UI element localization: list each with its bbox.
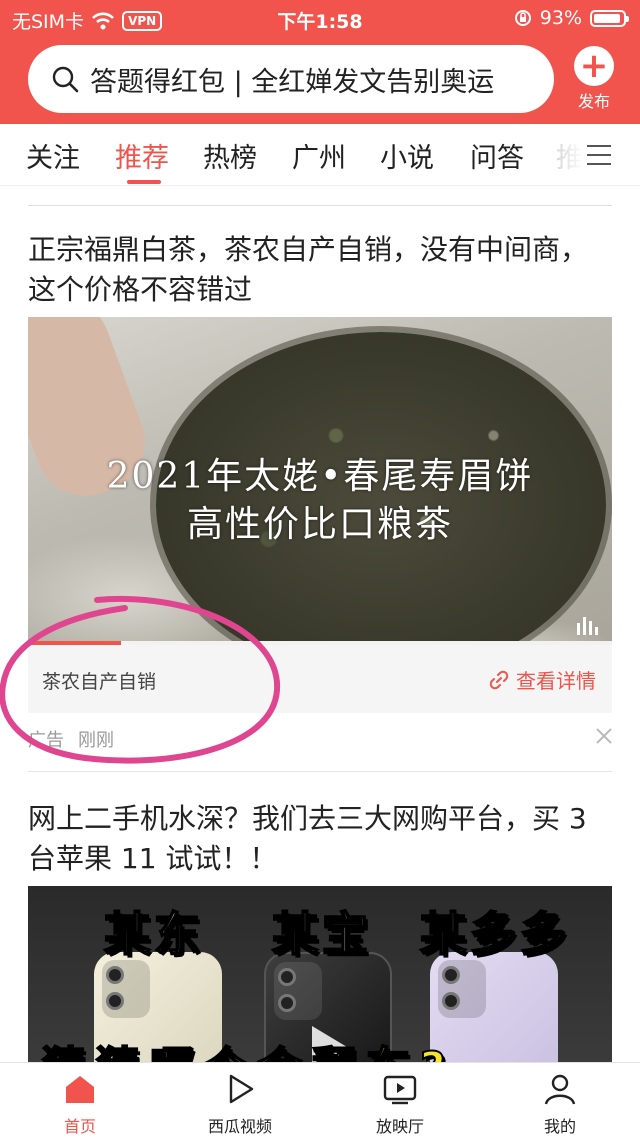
search-bar[interactable]: 答题得红包 | 全红婵发文告别奥运 [28, 45, 554, 113]
ad-headline[interactable]: 正宗福鼎白茶，茶农自产自销，没有中间商，这个价格不容错过 [28, 230, 612, 310]
publish-label: 发布 [577, 92, 610, 111]
camera-lens [106, 966, 124, 984]
camera-lens [106, 992, 124, 1010]
tab-novel[interactable]: 小说 [380, 136, 434, 175]
ad-action-bar[interactable]: 茶农自产自销 查看详情 [28, 645, 612, 713]
user-icon [544, 1074, 576, 1105]
thumb-label-1: 某东 [103, 906, 204, 962]
camera-bump [438, 960, 486, 1018]
tab-qa[interactable]: 问答 [470, 136, 524, 175]
volume-bars-icon[interactable] [576, 613, 600, 635]
tab-guangzhou[interactable]: 广州 [292, 136, 346, 175]
tab-hot[interactable]: 热榜 [203, 136, 257, 175]
status-right: 93% [514, 7, 629, 29]
bottom-nav: 首页 西瓜视频 放映厅 我的 [0, 1062, 640, 1138]
ad-source-label: 茶农自产自销 [42, 671, 157, 693]
camera-bump [102, 960, 150, 1018]
home-icon [66, 1076, 94, 1103]
tv-icon [383, 1075, 417, 1105]
menu-icon[interactable] [586, 142, 612, 168]
nav-xigua-video[interactable]: 西瓜视频 [180, 1071, 300, 1137]
nav-home[interactable]: 首页 [20, 1071, 140, 1137]
link-icon [489, 670, 509, 689]
app-header: 无SIM卡 VPN 下午1:58 93% 答题得红包 | 全红婵发文告别奥运 +… [0, 0, 640, 124]
video-overlay-title: 2021年太姥•春尾寿眉饼 [106, 456, 534, 497]
camera-lens [278, 968, 296, 986]
ad-meta: 广告 刚刚 [28, 726, 114, 752]
post-time: 刚刚 [78, 730, 114, 751]
feed-divider [28, 771, 612, 772]
search-icon [52, 66, 79, 93]
view-details-link[interactable]: 查看详情 [488, 665, 596, 694]
nav-mine-label: 我的 [543, 1117, 576, 1136]
feed-divider [28, 205, 612, 206]
play-icon [229, 1074, 254, 1104]
close-icon[interactable] [594, 726, 614, 746]
search-hot-text: 答题得红包 | 全红婵发文告别奥运 [90, 66, 495, 98]
camera-lens [278, 994, 296, 1012]
orientation-lock-icon [514, 10, 531, 26]
nav-screening-hall[interactable]: 放映厅 [340, 1071, 460, 1137]
nav-screening-label: 放映厅 [375, 1117, 424, 1136]
publish-button[interactable]: + 发布 [572, 46, 616, 112]
camera-bump [274, 962, 322, 1020]
nav-home-label: 首页 [63, 1117, 96, 1136]
tab-recommend[interactable]: 推荐 [115, 136, 169, 175]
ad-video[interactable]: 2021年太姥•春尾寿眉饼 高性价比口粮茶 [28, 317, 612, 643]
nav-xigua-label: 西瓜视频 [207, 1117, 272, 1136]
article-headline[interactable]: 网上二手机水深？我们去三大网购平台，买 3 台苹果 11 试试！！ [28, 799, 612, 879]
status-bar: 无SIM卡 VPN 下午1:58 93% [0, 0, 640, 38]
thumb-bottom-caption: 猜猜哪个会翻车? [28, 1032, 612, 1062]
battery-fill [594, 13, 621, 23]
thumb-label-3: 某多多 [419, 906, 570, 962]
article-video-thumbnail[interactable]: 某东 某宝 某多多 猜猜哪个会翻车? [28, 886, 612, 1062]
active-tab-indicator [127, 180, 161, 184]
channel-tabs: 关注 推荐 热榜 广州 小说 问答 推 [0, 124, 640, 186]
battery-percent: 93% [539, 7, 582, 29]
ad-label: 广告 [28, 730, 64, 751]
plus-icon: + [574, 46, 614, 86]
camera-lens [442, 992, 460, 1010]
thumb-label-2: 某宝 [271, 906, 372, 962]
camera-lens [442, 966, 460, 984]
tab-fade [548, 124, 584, 184]
nav-mine[interactable]: 我的 [500, 1071, 620, 1137]
tab-follow[interactable]: 关注 [26, 136, 80, 175]
video-overlay-subtitle: 高性价比口粮茶 [186, 504, 453, 545]
battery-icon [590, 9, 629, 27]
view-details-label: 查看详情 [516, 669, 596, 693]
